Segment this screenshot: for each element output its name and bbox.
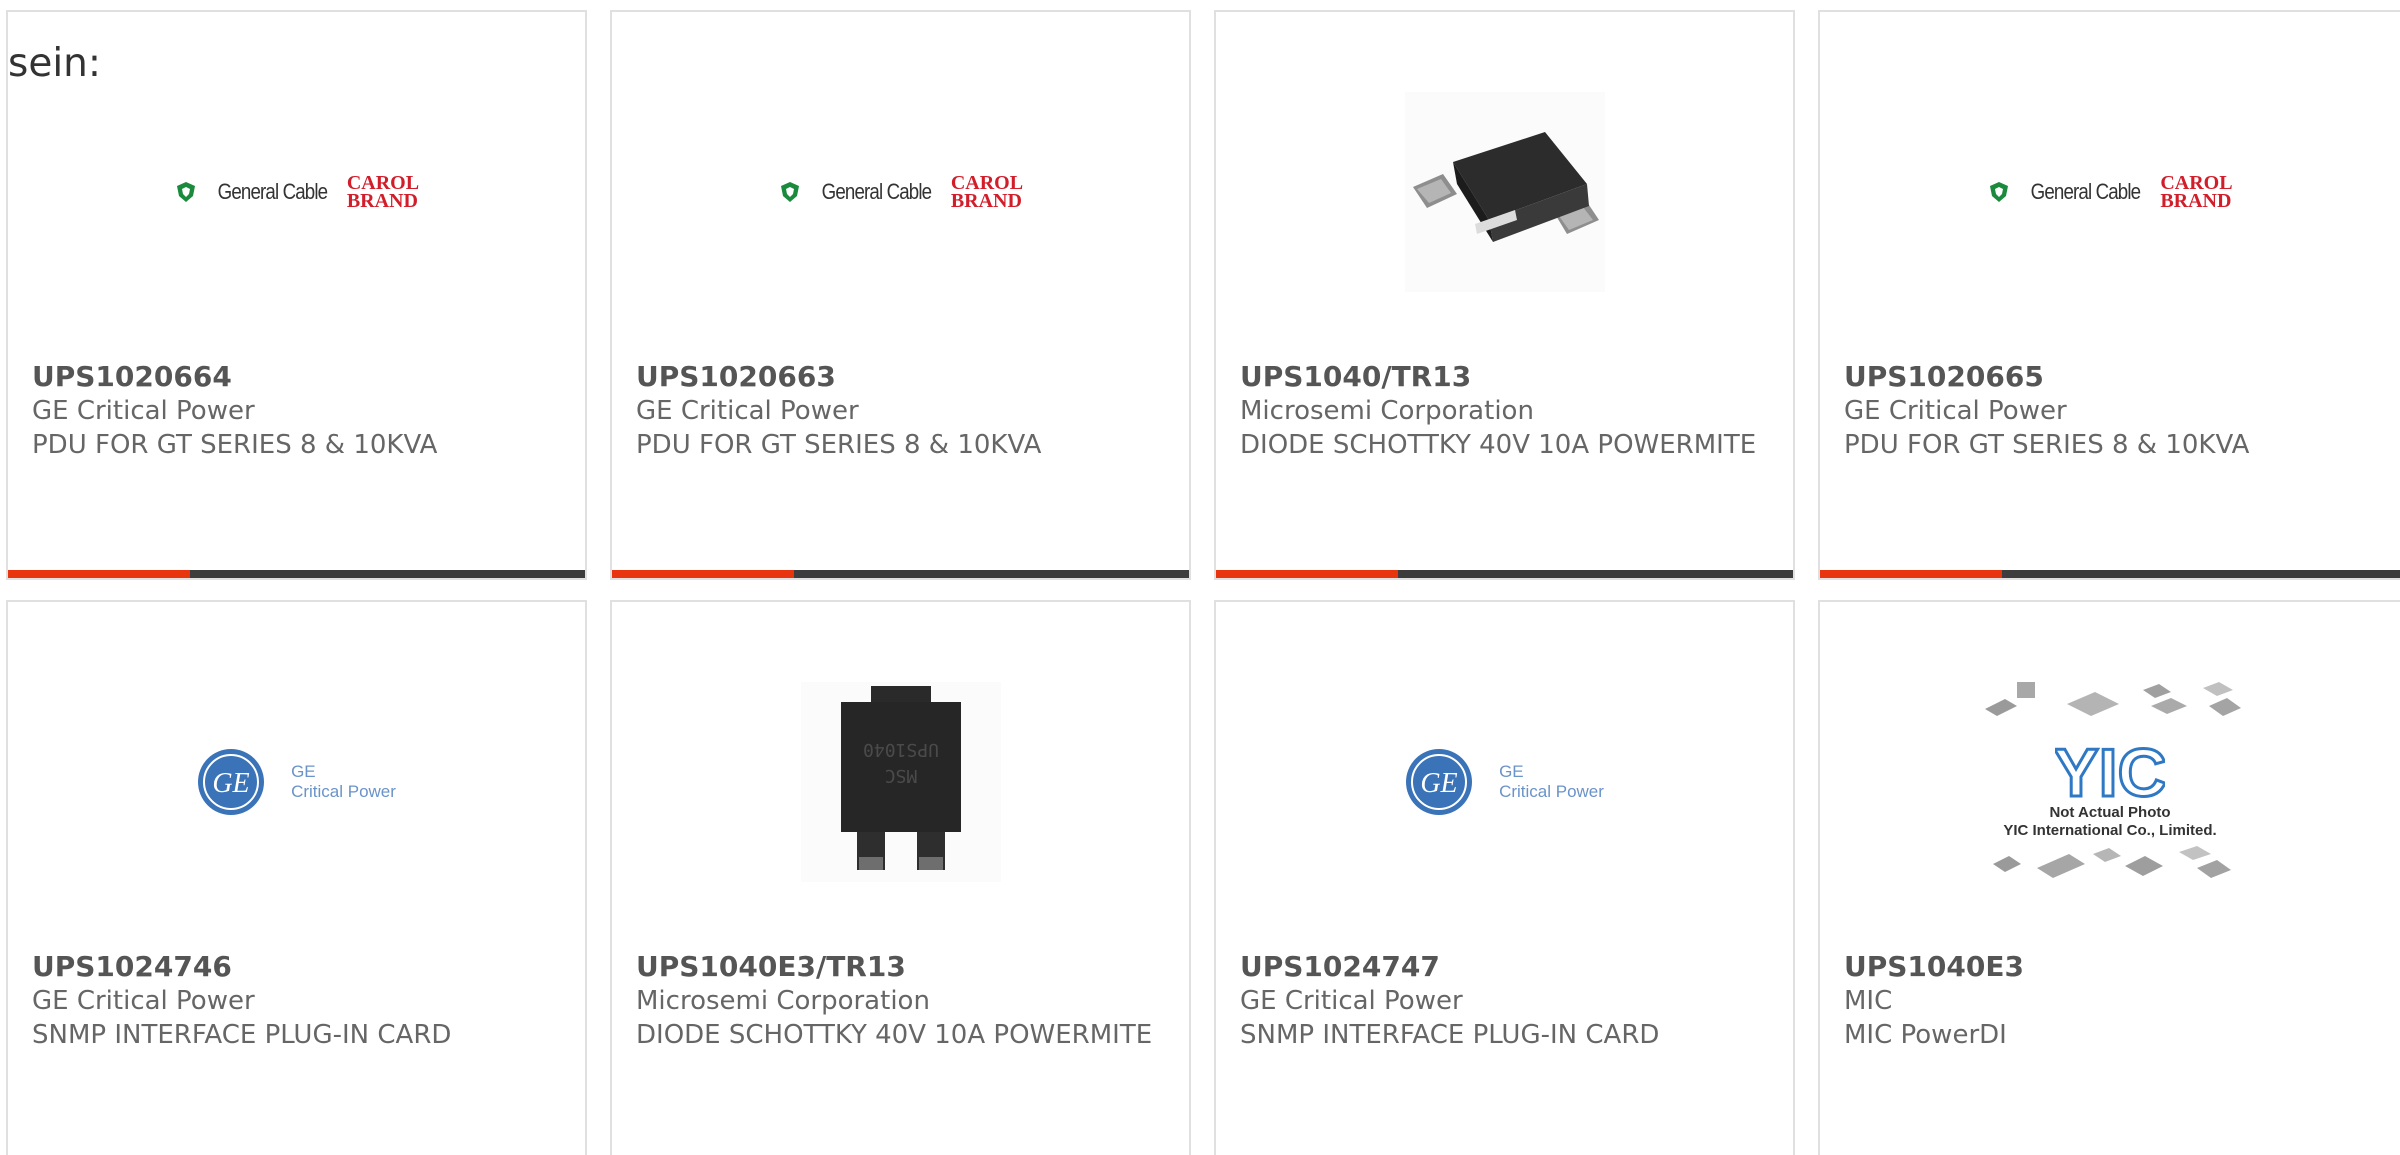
svg-text:GE: GE xyxy=(212,768,249,799)
product-grid-page: sein: General Cable CAROL BRAND UPS10206… xyxy=(0,0,2400,1155)
carol-brand-text: CAROL BRAND xyxy=(2160,173,2232,212)
product-info: UPS1024746 GE Critical Power SNMP INTERF… xyxy=(32,950,565,1052)
yic-logo: YIC xyxy=(2055,734,2165,804)
manufacturer: Microsemi Corporation xyxy=(636,986,930,1016)
card-footer-bar xyxy=(8,570,585,578)
manufacturer: GE Critical Power xyxy=(1240,986,1463,1016)
critical-power-text: Critical Power xyxy=(1499,782,1604,801)
product-image[interactable]: General Cable CAROL BRAND xyxy=(612,82,1189,302)
accent-bar xyxy=(8,570,190,578)
ge-text: GE xyxy=(291,762,316,781)
accent-bar xyxy=(612,570,794,578)
general-cable-text: General Cable xyxy=(217,179,328,204)
general-cable-text: General Cable xyxy=(2031,179,2141,204)
description: PDU FOR GT SERIES 8 & 10KVA xyxy=(32,430,438,460)
ge-critical-power-logo: GE GE Critical Power xyxy=(197,748,396,816)
svg-text:GE: GE xyxy=(1420,768,1457,799)
product-info: UPS1040E3/TR13 Microsemi Corporation DIO… xyxy=(636,950,1169,1052)
card-footer-bar xyxy=(1820,570,2400,578)
product-info: UPS1020665 GE Critical Power PDU FOR GT … xyxy=(1844,360,2380,462)
part-number-link[interactable]: UPS1040E3 xyxy=(1844,950,2380,984)
ge-critical-power-text: GE Critical Power xyxy=(291,762,396,802)
manufacturer: MIC xyxy=(1844,986,1893,1016)
manufacturer: GE Critical Power xyxy=(1844,396,2067,426)
part-number-link[interactable]: UPS1020664 xyxy=(32,360,565,394)
product-info: UPS1040E3 MIC MIC PowerDI xyxy=(1844,950,2380,1052)
product-image[interactable]: GE GE Critical Power xyxy=(8,672,585,892)
general-cable-text: General Cable xyxy=(821,179,932,204)
yic-not-actual-photo: YIC Not Actual Photo YIC International C… xyxy=(1975,674,2245,890)
brand-text: BRAND xyxy=(950,190,1022,212)
part-number-link[interactable]: UPS1020665 xyxy=(1844,360,2380,394)
product-image[interactable]: General Cable CAROL BRAND xyxy=(8,82,585,302)
description: PDU FOR GT SERIES 8 & 10KVA xyxy=(636,430,1042,460)
part-number-link[interactable]: UPS1024746 xyxy=(32,950,565,984)
chip-packages-top-icon xyxy=(1985,682,2241,716)
yic-caption: Not Actual Photo YIC International Co., … xyxy=(2003,804,2216,840)
ge-critical-power-logo: GE GE Critical Power xyxy=(1405,748,1604,816)
product-card[interactable]: General Cable CAROL BRAND UPS1020664 GE … xyxy=(6,10,587,580)
manufacturer: GE Critical Power xyxy=(636,396,859,426)
svg-text:YIC: YIC xyxy=(2055,735,2165,804)
svg-text:UPS1040: UPS1040 xyxy=(863,739,939,760)
manufacturer: GE Critical Power xyxy=(32,396,255,426)
powermite-diode-photo xyxy=(1404,92,1605,292)
general-cable-carol-brand-logo: General Cable CAROL BRAND xyxy=(778,173,1023,212)
product-card[interactable]: General Cable CAROL BRAND UPS1020665 GE … xyxy=(1818,10,2400,580)
general-cable-carol-brand-logo: General Cable CAROL BRAND xyxy=(1987,173,2233,212)
yic-company-text: YIC International Co., Limited. xyxy=(2003,822,2217,839)
card-footer-bar xyxy=(1216,570,1793,578)
ge-monogram-icon: GE xyxy=(1406,749,1473,815)
ge-critical-power-text: GE Critical Power xyxy=(1499,762,1604,802)
card-footer-bar xyxy=(612,570,1189,578)
product-card[interactable]: UPS1040/TR13 Microsemi Corporation DIODE… xyxy=(1214,10,1795,580)
general-cable-carol-brand-logo: General Cable CAROL BRAND xyxy=(174,173,419,212)
general-cable-shield-icon xyxy=(780,182,799,202)
product-card[interactable]: GE GE Critical Power UPS1024747 GE Criti… xyxy=(1214,600,1795,1155)
product-image[interactable] xyxy=(1216,82,1793,302)
carol-brand-text: CAROL BRAND xyxy=(346,173,419,212)
product-info: UPS1024747 GE Critical Power SNMP INTERF… xyxy=(1240,950,1773,1052)
description: DIODE SCHOTTKY 40V 10A POWERMITE xyxy=(1240,430,1757,460)
description: DIODE SCHOTTKY 40V 10A POWERMITE xyxy=(636,1020,1153,1050)
description: SNMP INTERFACE PLUG-IN CARD xyxy=(32,1020,452,1050)
description: PDU FOR GT SERIES 8 & 10KVA xyxy=(1844,430,2250,460)
part-number-link[interactable]: UPS1040/TR13 xyxy=(1240,360,1773,394)
description: MIC PowerDI xyxy=(1844,1020,2007,1050)
not-actual-photo-text: Not Actual Photo xyxy=(2049,804,2171,821)
product-image[interactable]: MSC UPS1040 xyxy=(612,672,1189,892)
critical-power-text: Critical Power xyxy=(291,782,396,801)
ge-monogram-icon: GE xyxy=(198,749,265,815)
carol-brand-text: CAROL BRAND xyxy=(950,173,1023,212)
powermite-diode-marked-photo: MSC UPS1040 xyxy=(800,682,1001,882)
description: SNMP INTERFACE PLUG-IN CARD xyxy=(1240,1020,1660,1050)
product-image[interactable]: YIC Not Actual Photo YIC International C… xyxy=(1820,672,2400,892)
intro-text: sein: xyxy=(8,41,102,86)
accent-bar xyxy=(1820,570,2002,578)
product-card[interactable]: MSC UPS1040 UPS1040E3/TR13 Microsemi Cor… xyxy=(610,600,1191,1155)
manufacturer: Microsemi Corporation xyxy=(1240,396,1534,426)
part-number-link[interactable]: UPS1040E3/TR13 xyxy=(636,950,1169,984)
brand-text: BRAND xyxy=(2160,190,2232,212)
product-card[interactable]: YIC Not Actual Photo YIC International C… xyxy=(1818,600,2400,1155)
ge-text: GE xyxy=(1499,762,1524,781)
general-cable-shield-icon xyxy=(176,182,195,202)
product-info: UPS1020664 GE Critical Power PDU FOR GT … xyxy=(32,360,565,462)
part-number-link[interactable]: UPS1020663 xyxy=(636,360,1169,394)
brand-text: BRAND xyxy=(346,190,418,212)
part-number-link[interactable]: UPS1024747 xyxy=(1240,950,1773,984)
general-cable-shield-icon xyxy=(1990,182,2009,202)
manufacturer: GE Critical Power xyxy=(32,986,255,1016)
accent-bar xyxy=(1216,570,1398,578)
product-card[interactable]: GE GE Critical Power UPS1024746 GE Criti… xyxy=(6,600,587,1155)
chip-packages-bottom-icon xyxy=(1993,846,2231,878)
product-image[interactable]: GE GE Critical Power xyxy=(1216,672,1793,892)
product-info: UPS1040/TR13 Microsemi Corporation DIODE… xyxy=(1240,360,1773,462)
product-info: UPS1020663 GE Critical Power PDU FOR GT … xyxy=(636,360,1169,462)
product-image[interactable]: General Cable CAROL BRAND xyxy=(1820,82,2400,302)
product-card[interactable]: General Cable CAROL BRAND UPS1020663 GE … xyxy=(610,10,1191,580)
svg-text:MSC: MSC xyxy=(884,765,917,786)
